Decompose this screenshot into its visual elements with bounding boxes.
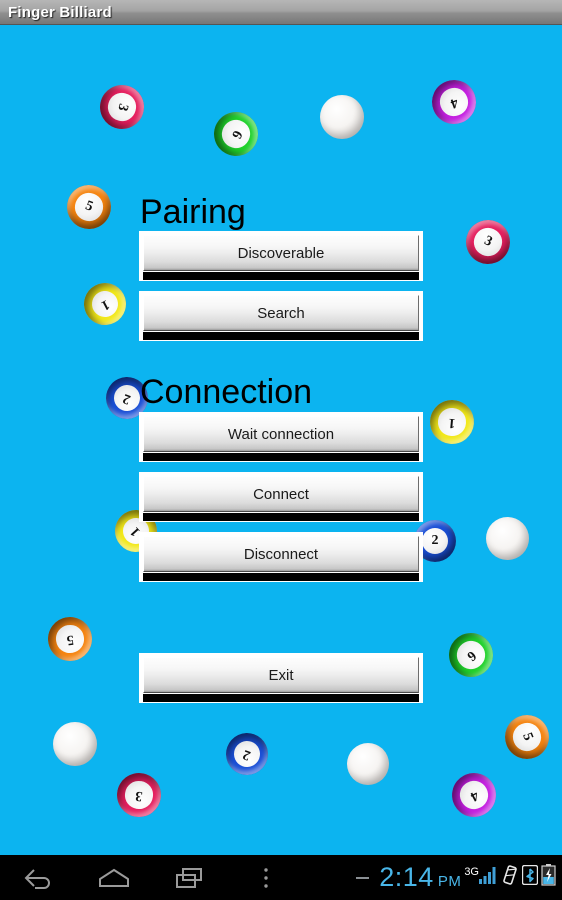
- cue-ball: [486, 517, 529, 560]
- billiard-ball-3: 3: [114, 770, 164, 820]
- wait-connection-button[interactable]: Wait connection: [140, 413, 422, 461]
- ball-number: 5: [71, 189, 107, 225]
- cue-ball: [347, 743, 389, 785]
- billiard-ball-3: 3: [458, 212, 518, 272]
- title-bar: Finger Billiard: [0, 0, 562, 25]
- billiard-ball-3: 3: [95, 80, 149, 134]
- section-heading-connection: Connection: [140, 373, 313, 411]
- billiard-ball-4: 4: [444, 765, 504, 825]
- ball-number: 3: [123, 779, 155, 811]
- billiard-ball-5: 5: [45, 614, 95, 664]
- ball-number: 4: [436, 84, 472, 120]
- disconnect-button-label: Disconnect: [143, 536, 419, 572]
- home-icon: [97, 867, 131, 889]
- app-window: Finger Billiard 3645312112562534 Pairing…: [0, 0, 562, 900]
- vibrate-status: [501, 855, 519, 900]
- status-area[interactable]: 2:14 PM 3G: [356, 855, 562, 900]
- billiard-ball-5: 5: [498, 708, 556, 766]
- ball-number: 2: [421, 527, 449, 555]
- signal-status: 3G: [464, 855, 498, 900]
- home-button[interactable]: [76, 855, 152, 900]
- back-icon: [22, 867, 54, 889]
- ball-number: 5: [509, 719, 545, 755]
- ball-number: 6: [217, 115, 255, 153]
- vibrate-icon: [501, 865, 519, 890]
- ball-number: 3: [469, 223, 507, 261]
- battery-charging-icon: [541, 864, 556, 891]
- battery-status: [541, 855, 556, 900]
- signal-bars-icon: [478, 866, 498, 889]
- ball-number: 4: [455, 776, 493, 814]
- overflow-menu-icon: [262, 866, 270, 890]
- network-type-label: 3G: [464, 866, 479, 878]
- clock-time: 2:14: [379, 862, 434, 892]
- billiard-ball-6: 6: [440, 624, 502, 686]
- ball-number: 2: [230, 737, 264, 771]
- exit-button[interactable]: Exit: [140, 654, 422, 702]
- section-heading-pairing: Pairing: [140, 193, 246, 231]
- recents-button[interactable]: [152, 855, 228, 900]
- status-clock: 2:14 PM: [379, 864, 461, 891]
- billiard-ball-5: 5: [60, 178, 118, 236]
- search-button-label: Search: [143, 295, 419, 331]
- bluetooth-status: [521, 855, 539, 900]
- connect-button[interactable]: Connect: [140, 473, 422, 521]
- billiard-ball-2: 2: [220, 727, 274, 781]
- billiard-ball-1: 1: [428, 398, 476, 446]
- discoverable-button-label: Discoverable: [143, 235, 419, 271]
- cue-ball: [320, 95, 364, 139]
- bluetooth-icon: [521, 864, 539, 890]
- exit-button-label: Exit: [143, 657, 419, 693]
- disconnect-button[interactable]: Disconnect: [140, 533, 422, 581]
- search-button[interactable]: Search: [140, 292, 422, 340]
- clock-ampm: PM: [437, 873, 462, 890]
- billiard-ball-4: 4: [425, 73, 483, 131]
- app-title: Finger Billiard: [8, 3, 112, 21]
- overflow-menu-button[interactable]: [228, 855, 304, 900]
- billiard-ball-6: 6: [206, 104, 266, 164]
- ball-number: 3: [105, 90, 139, 124]
- billiard-ball-1: 1: [76, 275, 134, 333]
- navigation-bar: 2:14 PM 3G: [0, 855, 562, 900]
- game-background: 3645312112562534 Pairing Connection Disc…: [0, 25, 562, 855]
- back-button[interactable]: [0, 855, 76, 900]
- ball-number: 2: [110, 381, 144, 415]
- notification-dash-icon: [356, 876, 370, 879]
- cue-ball: [53, 722, 97, 766]
- ball-number: 5: [54, 623, 86, 655]
- ball-number: 1: [437, 407, 467, 437]
- ball-number: 6: [451, 635, 491, 675]
- recents-icon: [174, 866, 206, 890]
- discoverable-button[interactable]: Discoverable: [140, 232, 422, 280]
- connect-button-label: Connect: [143, 476, 419, 512]
- wait-connection-button-label: Wait connection: [143, 416, 419, 452]
- ball-number: 1: [87, 286, 123, 322]
